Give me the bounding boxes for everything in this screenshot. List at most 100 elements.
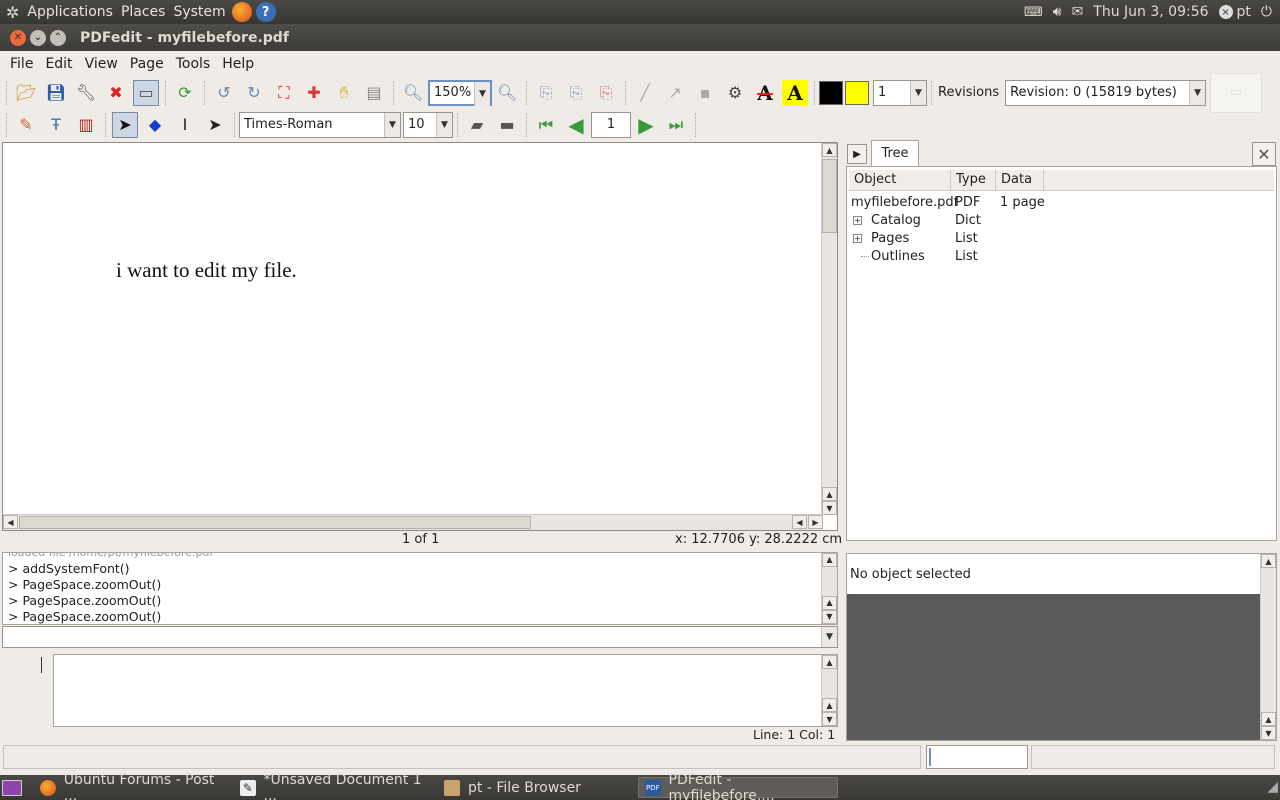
editor-scrollbar[interactable]: ▲ ▲ ▼: [821, 655, 837, 726]
font-name-combo[interactable]: Times-Roman ▼: [239, 111, 401, 138]
scroll-up-icon[interactable]: ▲: [822, 143, 837, 157]
tree-row[interactable]: + Pages List: [847, 229, 1272, 247]
properties-scroll-up-icon[interactable]: ▲: [1261, 554, 1276, 568]
mail-icon[interactable]: ✉: [1072, 4, 1084, 20]
annotation-icon[interactable]: ▰: [464, 112, 490, 138]
open-folder-icon[interactable]: 📂︎: [13, 80, 39, 106]
font-size-dropdown-icon[interactable]: ▼: [436, 112, 452, 137]
applications-menu[interactable]: Applications: [27, 4, 113, 20]
select-tool-icon[interactable]: ➤: [112, 111, 138, 138]
console-scroll-up-icon[interactable]: ▲: [822, 553, 837, 567]
console-scroll-down-icon[interactable]: ▼: [822, 610, 837, 624]
menu-edit[interactable]: Edit: [45, 56, 72, 72]
page-view[interactable]: i want to edit my file. ▲ ▲ ▼ ◀ ◀ ▶: [2, 142, 838, 531]
task-pdfedit[interactable]: PDF PDFedit - myfilebefore....: [638, 772, 838, 800]
places-menu[interactable]: Places: [121, 4, 166, 20]
system-menu[interactable]: System: [173, 4, 225, 20]
print-icon[interactable]: ▭: [133, 79, 159, 106]
scroll-right-icon[interactable]: ▶: [808, 515, 823, 529]
task-ubuntu-forums[interactable]: Ubuntu Forums - Post ...: [34, 772, 230, 800]
editor-scroll-down-icon[interactable]: ▼: [822, 712, 837, 726]
ubuntu-logo-icon[interactable]: ✲: [6, 3, 19, 22]
scroll-left-icon[interactable]: ◀: [3, 515, 18, 529]
window-titlebar[interactable]: ✕ ⌄ ⌃ PDFedit - myfilebefore.pdf: [0, 24, 1280, 51]
minimize-window-icon[interactable]: ⌄: [30, 29, 46, 46]
power-icon[interactable]: ⏻: [1261, 4, 1272, 20]
user-status-icon[interactable]: ×: [1218, 5, 1233, 19]
show-desktop-icon[interactable]: [2, 780, 22, 796]
tree-row[interactable]: Outlines List: [847, 247, 1272, 265]
comment-icon[interactable]: ▬: [494, 112, 520, 138]
tree-header-data[interactable]: Data: [996, 169, 1044, 191]
fit-page-icon[interactable]: ⛶: [271, 80, 297, 106]
console-scrollbar[interactable]: ▲ ▲ ▼: [821, 553, 837, 624]
revision-combo[interactable]: Revision: 0 (15819 bytes) ▼: [1005, 79, 1207, 106]
revision-dropdown-icon[interactable]: ▼: [1189, 80, 1206, 105]
delete-page-icon[interactable]: ⎘: [593, 80, 619, 106]
expand-icon[interactable]: +: [853, 215, 862, 225]
highlight-text-icon[interactable]: A: [782, 79, 808, 106]
console-scroll-up-icon-2[interactable]: ▲: [822, 596, 837, 610]
h-scroll-thumb[interactable]: [19, 516, 531, 529]
close-file-icon[interactable]: ✖: [103, 80, 129, 106]
zoom-in-icon[interactable]: 🔍︎: [494, 80, 520, 106]
command-history-combo[interactable]: ▼: [2, 626, 838, 648]
menu-view[interactable]: View: [85, 56, 118, 72]
reload-icon[interactable]: ⟳: [172, 80, 198, 106]
tree-row[interactable]: myfilebefore.pdf PDF 1 page: [847, 193, 1272, 211]
console-output[interactable]: loaded file /home/pt/myfilebefore.pdf > …: [2, 552, 838, 625]
task-gedit[interactable]: ✎ *Unsaved Document 1 ...: [234, 772, 434, 800]
clock[interactable]: Thu Jun 3, 09:56: [1093, 4, 1208, 20]
menu-help[interactable]: Help: [222, 56, 254, 72]
select-shapes-icon[interactable]: ◆: [142, 112, 168, 138]
close-window-icon[interactable]: ✕: [10, 29, 26, 46]
text-tool-icon[interactable]: Ŧ: [43, 112, 69, 138]
command-history-dropdown-icon[interactable]: ▼: [821, 627, 837, 647]
zoom-out-icon[interactable]: 🔍︎: [400, 80, 426, 106]
keyboard-indicator-icon[interactable]: ⌨: [1024, 5, 1043, 20]
last-page-icon[interactable]: ⏭: [663, 112, 689, 138]
user-name[interactable]: pt: [1237, 4, 1251, 20]
bookshelf-icon[interactable]: ▥: [73, 112, 99, 138]
tab-tree[interactable]: Tree: [871, 140, 919, 166]
redo-icon[interactable]: ↻: [241, 80, 267, 106]
page-vertical-scrollbar[interactable]: ▲ ▲ ▼: [821, 143, 837, 515]
arrow-tool-icon[interactable]: ↗: [662, 80, 688, 106]
scroll-down-icon[interactable]: ▼: [822, 501, 837, 515]
menu-page[interactable]: Page: [130, 56, 164, 72]
line-width-combo[interactable]: 1 ▼: [873, 79, 927, 106]
page-horizontal-scrollbar[interactable]: ◀ ◀ ▶: [3, 514, 823, 530]
help-launcher-icon[interactable]: ?: [255, 2, 276, 22]
next-page-icon[interactable]: ▶: [633, 112, 659, 138]
editor-scroll-up-icon[interactable]: ▲: [822, 655, 837, 669]
strikeout-text-icon[interactable]: A: [752, 80, 778, 106]
properties-panel[interactable]: No object selected ▲ ▲ ▼: [846, 553, 1277, 741]
editor-scroll-up-icon-2[interactable]: ▲: [822, 698, 837, 712]
font-size-combo[interactable]: 10 ▼: [403, 111, 453, 138]
add-object-icon[interactable]: ✚: [301, 80, 327, 106]
status-bar-input[interactable]: [926, 745, 1028, 769]
scroll-up-icon-2[interactable]: ▲: [822, 487, 837, 501]
firefox-launcher-icon[interactable]: [231, 2, 252, 22]
zoom-combo[interactable]: 150% ▼: [428, 79, 492, 106]
object-tree[interactable]: Object Type Data myfilebefore.pdf PDF 1 …: [846, 166, 1277, 541]
line-width-dropdown-icon[interactable]: ▼: [910, 80, 926, 105]
insert-page-icon[interactable]: ⎘: [533, 80, 559, 106]
menu-tools[interactable]: Tools: [176, 56, 211, 72]
properties-scroll-up-icon-2[interactable]: ▲: [1261, 712, 1276, 726]
menu-file[interactable]: File: [10, 56, 33, 72]
line-tool-icon[interactable]: ╱: [632, 80, 658, 106]
font-name-dropdown-icon[interactable]: ▼: [384, 112, 400, 137]
hand-tool-icon[interactable]: ✋︎: [331, 80, 357, 106]
tree-header-object[interactable]: Object: [849, 169, 951, 191]
task-file-browser[interactable]: pt - File Browser: [438, 777, 634, 798]
fill-color-swatch[interactable]: [845, 80, 869, 105]
text-cursor-tool-icon[interactable]: I: [172, 112, 198, 138]
tree-row[interactable]: + Catalog Dict: [847, 211, 1272, 229]
volume-icon[interactable]: 🔊︎: [1053, 4, 1062, 20]
properties-scroll-down-icon[interactable]: ▼: [1261, 726, 1276, 740]
scroll-left-icon-2[interactable]: ◀: [792, 515, 807, 529]
tree-toggle-icon[interactable]: ▶: [847, 144, 867, 164]
document-properties-icon[interactable]: ▤: [361, 80, 387, 106]
stroke-color-swatch[interactable]: [819, 80, 843, 105]
